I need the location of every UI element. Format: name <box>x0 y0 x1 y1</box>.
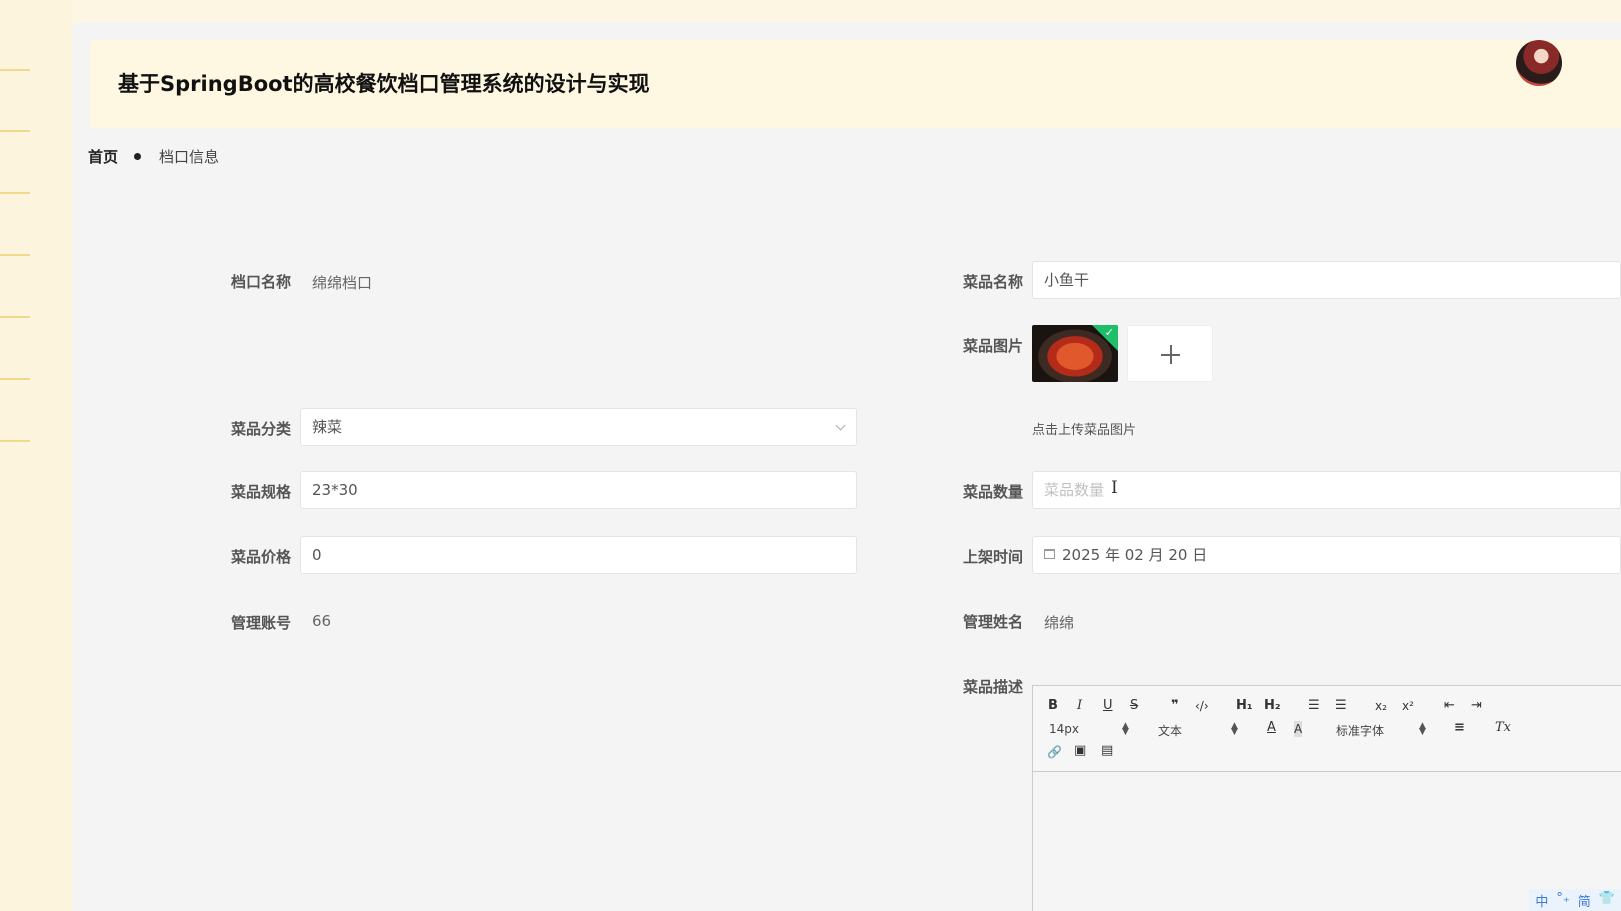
rail-tick <box>0 316 30 318</box>
dish-image-thumbnail[interactable]: ✓ <box>1032 325 1118 382</box>
ime-skin-icon[interactable]: 👕 <box>1599 891 1615 909</box>
dish-description-label: 菜品描述 <box>962 678 1023 696</box>
avatar[interactable] <box>1516 40 1562 86</box>
ime-simplified-icon[interactable]: 简 <box>1578 891 1591 910</box>
align-icon[interactable]: ≡ <box>1454 720 1465 736</box>
font-size-select[interactable]: 14px <box>1049 722 1079 736</box>
listing-time-label: 上架时间 <box>962 548 1023 566</box>
select-arrows-icon: ▲ ▼ <box>1231 721 1238 737</box>
manager-account-value: 66 <box>312 612 332 630</box>
rail-tick <box>0 130 30 132</box>
stall-name-label: 档口名称 <box>230 273 291 291</box>
dish-name-label: 菜品名称 <box>962 273 1023 291</box>
blockquote-icon[interactable]: ❞ <box>1171 698 1179 714</box>
dish-price-input[interactable]: 0 <box>300 536 857 574</box>
chevron-down-icon <box>835 420 846 431</box>
calendar-icon <box>1044 549 1055 559</box>
image-icon[interactable]: ▣ <box>1074 743 1086 759</box>
font-family-select[interactable]: 标准字体 <box>1336 722 1384 739</box>
breadcrumb: 首页 档口信息 <box>88 146 219 167</box>
manager-name-label: 管理姓名 <box>962 613 1023 631</box>
background-color-icon[interactable]: A <box>1294 721 1303 737</box>
page-title: 基于SpringBoot的高校餐饮档口管理系统的设计与实现 <box>118 72 650 96</box>
rich-text-editor: B I U S ❞ ‹/› H₁ H₂ ☰ ☰ x₂ x² ⇤ ⇥ 14px ▲… <box>1032 685 1621 911</box>
manager-name-value: 绵绵 <box>1044 614 1075 632</box>
text-cursor-icon: I <box>1111 478 1118 498</box>
left-rail <box>0 0 72 911</box>
dish-quantity-input[interactable]: 菜品数量 <box>1032 471 1621 509</box>
breadcrumb-home[interactable]: 首页 <box>88 146 118 167</box>
rail-tick <box>0 192 30 194</box>
dish-quantity-label: 菜品数量 <box>962 483 1023 501</box>
dish-image-label: 菜品图片 <box>962 337 1023 355</box>
subscript-icon[interactable]: x₂ <box>1375 698 1387 714</box>
select-arrows-icon: ▲ ▼ <box>1419 721 1426 737</box>
breadcrumb-current: 档口信息 <box>159 148 220 166</box>
video-icon[interactable]: ▤ <box>1101 743 1113 759</box>
underline-icon[interactable]: U <box>1103 698 1113 714</box>
editor-toolbar: B I U S ❞ ‹/› H₁ H₂ ☰ ☰ x₂ x² ⇤ ⇥ 14px ▲… <box>1033 686 1621 772</box>
heading-2-icon[interactable]: H₂ <box>1264 698 1281 714</box>
link-icon[interactable]: 🔗 <box>1047 744 1062 760</box>
dish-category-select[interactable]: 辣菜 <box>300 408 857 446</box>
font-color-icon[interactable]: A <box>1267 720 1276 736</box>
check-icon: ✓ <box>1104 326 1114 339</box>
manager-account-label: 管理账号 <box>230 614 291 632</box>
rail-tick <box>0 440 30 442</box>
dish-category-label: 菜品分类 <box>230 420 291 438</box>
ime-punctuation-icon[interactable]: °₊ <box>1556 891 1569 909</box>
strikethrough-icon[interactable]: S <box>1130 698 1138 714</box>
ordered-list-icon[interactable]: ☰ <box>1308 698 1320 714</box>
bullet-list-icon[interactable]: ☰ <box>1335 698 1347 714</box>
rail-tick <box>0 254 30 256</box>
plus-icon <box>1170 345 1172 364</box>
ime-chinese-icon[interactable]: 中 <box>1535 891 1548 910</box>
dish-spec-input[interactable]: 23*30 <box>300 471 857 509</box>
outdent-icon[interactable]: ⇤ <box>1444 698 1455 714</box>
rail-tick <box>0 69 30 71</box>
stall-name-value: 绵绵档口 <box>312 274 373 292</box>
upload-hint: 点击上传菜品图片 <box>1032 423 1137 438</box>
bold-icon[interactable]: B <box>1048 698 1058 714</box>
dish-price-label: 菜品价格 <box>230 548 291 566</box>
select-arrows-icon: ▲ ▼ <box>1122 721 1129 737</box>
dish-category-value: 辣菜 <box>312 418 343 436</box>
listing-time-picker[interactable]: 2025 年 02 月 20 日 <box>1032 536 1621 574</box>
text-type-select[interactable]: 文本 <box>1158 722 1182 739</box>
listing-time-value: 2025 年 02 月 20 日 <box>1062 546 1208 564</box>
clear-format-icon[interactable]: Tx <box>1495 720 1511 736</box>
dish-spec-label: 菜品规格 <box>230 483 291 501</box>
header-bar: 基于SpringBoot的高校餐饮档口管理系统的设计与实现 <box>90 40 1621 128</box>
image-upload-button[interactable] <box>1127 325 1213 382</box>
rail-tick <box>0 378 30 380</box>
italic-icon[interactable]: I <box>1077 698 1082 714</box>
breadcrumb-separator-icon <box>134 153 142 160</box>
dish-name-input[interactable]: 小鱼干 <box>1032 261 1621 299</box>
ime-toolbar: 中 °₊ 简 👕 <box>1529 889 1621 911</box>
indent-icon[interactable]: ⇥ <box>1471 698 1482 714</box>
code-block-icon[interactable]: ‹/› <box>1195 698 1209 714</box>
heading-1-icon[interactable]: H₁ <box>1236 698 1253 714</box>
superscript-icon[interactable]: x² <box>1402 698 1414 714</box>
